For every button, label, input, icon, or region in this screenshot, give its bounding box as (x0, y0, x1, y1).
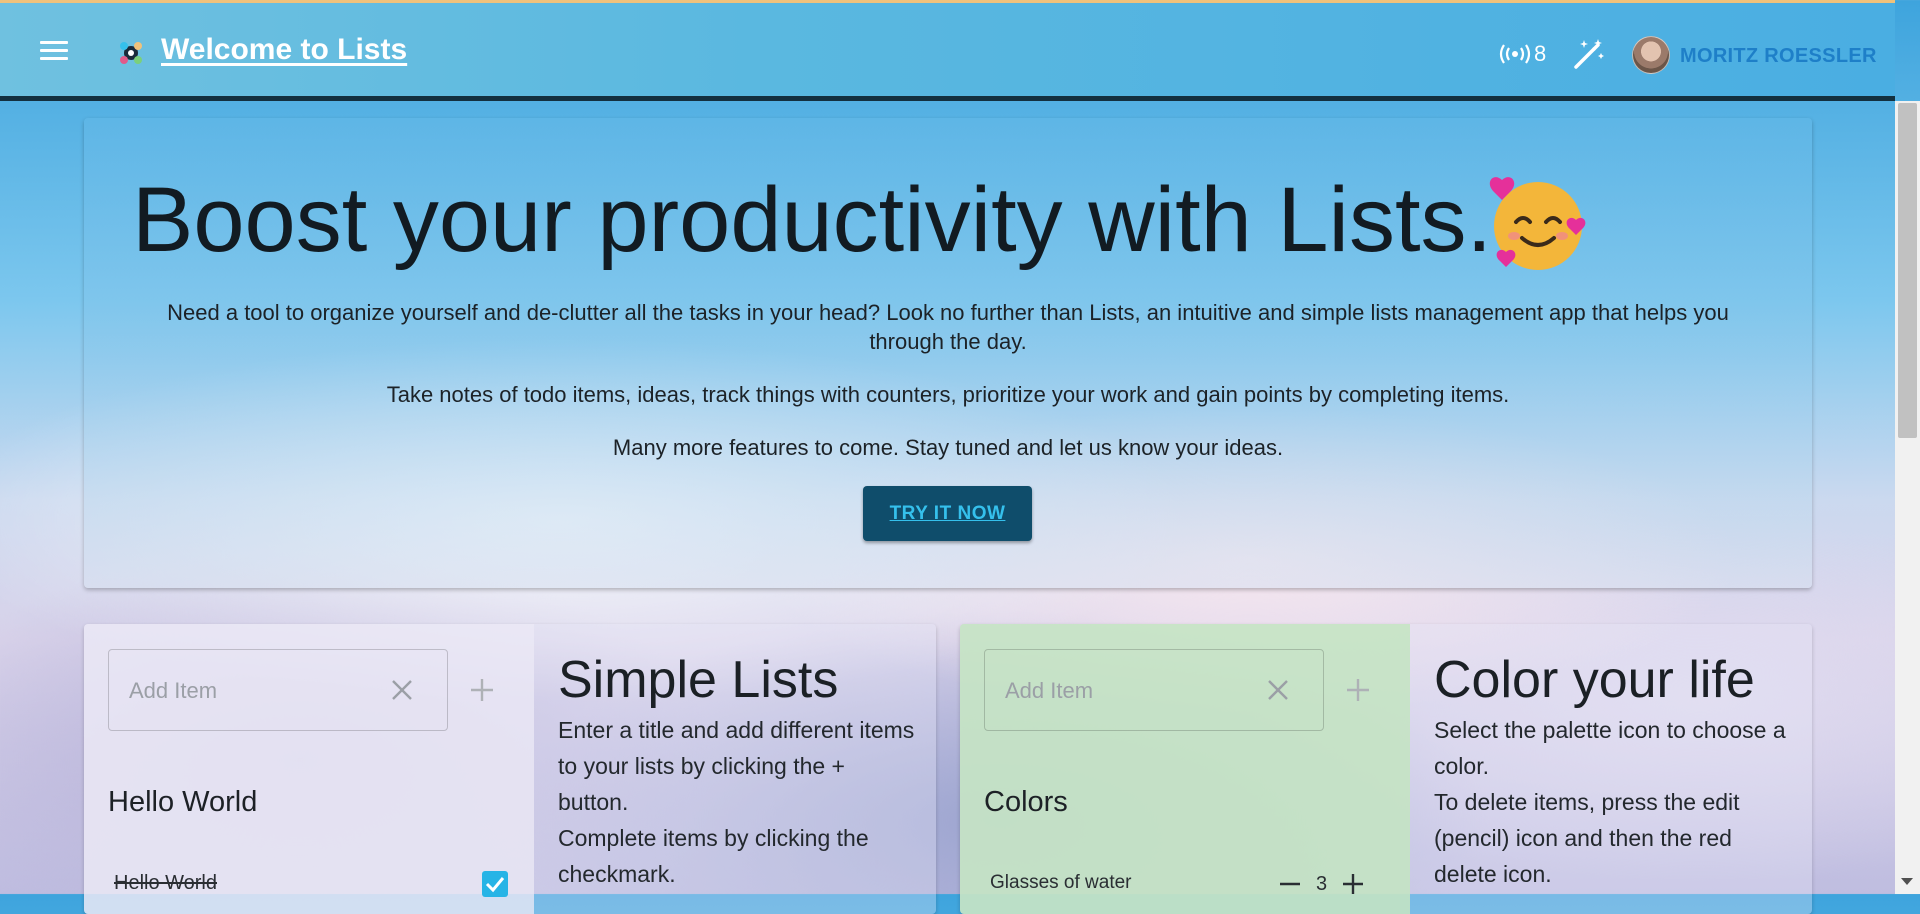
item-complete-checkbox[interactable] (482, 871, 508, 897)
completed-list-item: Hello World (114, 872, 217, 894)
decrement-icon[interactable] (1278, 872, 1302, 896)
counter-list-item: Glasses of water (990, 872, 1132, 893)
hero-paragraph-upcoming: Many more features to come. Stay tuned a… (612, 435, 1284, 460)
user-name-button[interactable]: MORITZ ROESSLER (1680, 45, 1877, 68)
hero-paragraph-intro: Need a tool to organize yourself and de-… (167, 300, 1729, 354)
hero-paragraph-features: Take notes of todo items, ideas, track t… (386, 382, 1510, 407)
hamburger-menu-icon[interactable] (40, 41, 68, 63)
try-it-now-button[interactable]: TRY IT NOW (863, 486, 1032, 541)
add-item-placeholder: Add Item (1005, 678, 1094, 703)
user-avatar[interactable] (1632, 36, 1670, 74)
feature-description-color-your-life: Select the palette icon to choose a colo… (1434, 717, 1786, 887)
online-count: 8 (1534, 41, 1547, 66)
hero-headline: Boost your productivity with Lists. (132, 169, 1493, 271)
clear-input-icon[interactable] (1265, 677, 1291, 703)
add-item-input[interactable]: Add Item (108, 649, 448, 731)
clear-input-icon[interactable] (389, 677, 415, 703)
checkmark-icon (485, 877, 505, 893)
feature-description-simple-lists: Enter a title and add different items to… (558, 717, 915, 887)
online-users-indicator[interactable]: 8 (1498, 41, 1546, 67)
add-item-placeholder: Add Item (129, 678, 218, 703)
feature-heading-color-your-life: Color your life (1434, 651, 1755, 709)
demo-list-title: Colors (984, 786, 1068, 818)
increment-icon[interactable] (1341, 872, 1365, 896)
feature-description-panel: Color your life Select the palette icon … (1410, 624, 1812, 914)
app-title-link[interactable]: Welcome to Lists (161, 33, 407, 67)
top-app-bar: Welcome to Lists 8 MORITZ ROESSLER (0, 0, 1895, 101)
scroll-down-arrow-icon[interactable] (1901, 878, 1913, 885)
counter-stepper: 3 (1278, 872, 1365, 896)
demo-list-panel-colors: Add Item Colors Glasses of water 3 (960, 624, 1410, 914)
scrollbar-thumb[interactable] (1898, 103, 1917, 438)
add-item-plus-icon[interactable] (468, 676, 496, 704)
counter-value: 3 (1316, 872, 1328, 895)
magic-wand-icon[interactable] (1572, 37, 1606, 71)
feature-heading-simple-lists: Simple Lists (558, 651, 839, 709)
broadcast-icon (1499, 44, 1531, 64)
demo-list-panel: Add Item Hello World Hello World (84, 624, 534, 914)
smiling-face-with-hearts-icon (1489, 177, 1586, 270)
feature-card-color-your-life: Add Item Colors Glasses of water 3 Color… (960, 624, 1812, 914)
feature-card-simple-lists: Add Item Hello World Hello World Simple … (84, 624, 936, 914)
add-item-input[interactable]: Add Item (984, 649, 1324, 731)
add-item-plus-icon[interactable] (1344, 676, 1372, 704)
demo-list-title: Hello World (108, 786, 258, 818)
app-logo-icon (120, 42, 142, 64)
hero-card: Boost your productivity with Lists. Need… (84, 118, 1812, 588)
feature-description-panel: Simple Lists Enter a title and add diffe… (534, 624, 936, 914)
